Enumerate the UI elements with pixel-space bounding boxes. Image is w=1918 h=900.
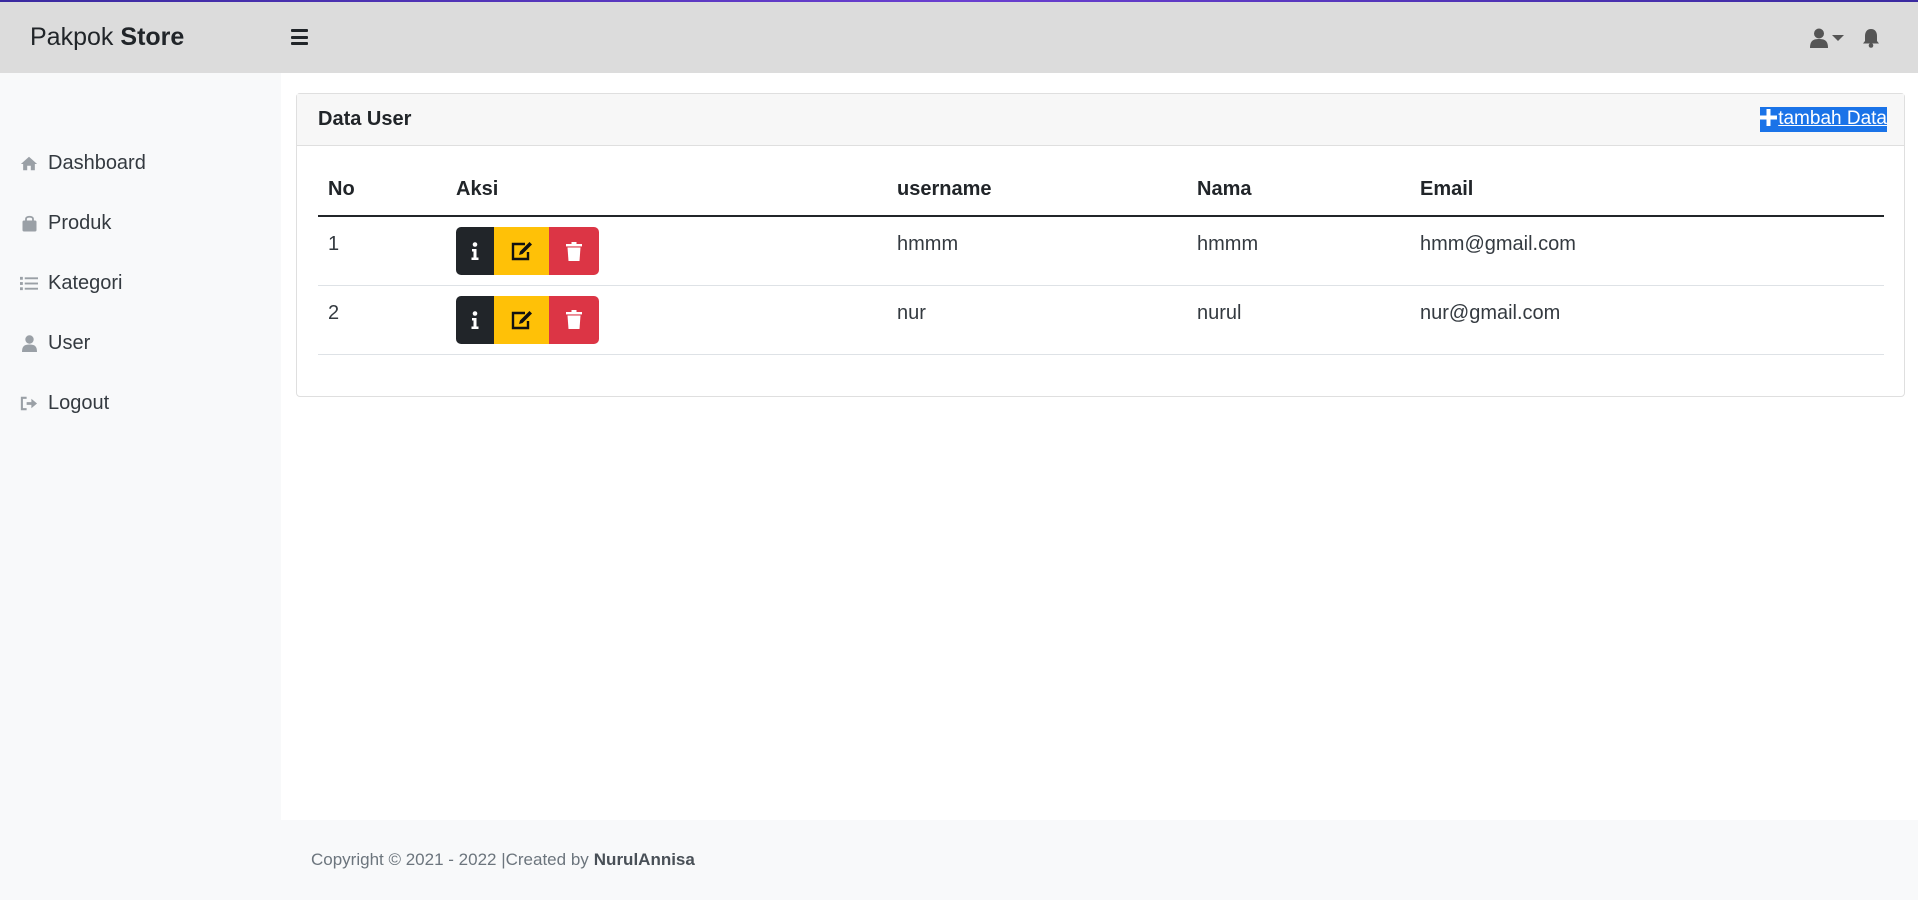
card-header: Data User tambah Data <box>297 94 1904 146</box>
cell-no: 1 <box>318 216 446 286</box>
sidebar-item-logout[interactable]: Logout <box>0 373 281 433</box>
delete-button[interactable] <box>549 227 599 275</box>
info-icon <box>471 242 479 260</box>
sign-out-icon <box>20 394 38 412</box>
sidebar-item-kategori[interactable]: Kategori <box>0 253 281 313</box>
chevron-down-icon <box>1832 34 1844 41</box>
user-dropdown[interactable] <box>1810 28 1844 48</box>
brand-logo[interactable]: Pakpok Store <box>30 2 184 73</box>
action-button-group <box>456 295 599 344</box>
data-user-card: Data User tambah Data No Aksi username N… <box>296 93 1905 397</box>
footer-copyright: Copyright © 2021 - 2022 |Created by <box>311 850 589 869</box>
user-table: No Aksi username Nama Email 1 hmmm hmmm … <box>318 164 1884 355</box>
brand-name-bold: Store <box>120 23 185 51</box>
sidebar-item-user[interactable]: User <box>0 313 281 373</box>
bell-icon[interactable] <box>1862 28 1880 48</box>
cell-username: nur <box>887 285 1187 355</box>
column-header-nama: Nama <box>1187 164 1410 217</box>
cell-actions <box>446 285 887 355</box>
cell-actions <box>446 216 887 286</box>
detail-button[interactable] <box>456 227 494 275</box>
cell-email: nur@gmail.com <box>1410 285 1884 355</box>
trash-icon <box>566 241 582 261</box>
cell-nama: nurul <box>1187 285 1410 355</box>
sidebar-item-label: Dashboard <box>48 151 146 174</box>
trash-icon <box>566 310 582 329</box>
cell-nama: hmmm <box>1187 216 1410 286</box>
shopping-bag-icon <box>20 214 38 232</box>
column-header-email: Email <box>1410 164 1884 217</box>
top-navbar: Pakpok Store <box>0 2 1918 73</box>
edit-button[interactable] <box>494 295 549 344</box>
card-title: Data User <box>318 108 412 130</box>
column-header-no: No <box>318 164 446 217</box>
cell-no: 2 <box>318 285 446 355</box>
delete-button[interactable] <box>549 295 599 344</box>
sidebar: Dashboard Produk Kategori User Logout <box>0 73 281 900</box>
sidebar-item-label: Produk <box>48 211 112 234</box>
brand-name-light: Pakpok <box>30 23 114 51</box>
column-header-aksi: Aksi <box>446 164 887 217</box>
detail-button[interactable] <box>456 295 494 344</box>
user-icon <box>20 334 38 352</box>
sidebar-item-label: User <box>48 331 91 354</box>
edit-button[interactable] <box>494 227 549 275</box>
add-data-label: tambah Data <box>1778 108 1887 129</box>
table-row: 1 hmmm hmmm hmm@gmail.com <box>318 216 1884 286</box>
list-icon <box>20 274 38 292</box>
edit-icon <box>511 242 532 261</box>
sidebar-item-produk[interactable]: Produk <box>0 193 281 253</box>
column-header-username: username <box>887 164 1187 217</box>
main-content: Data User tambah Data No Aksi username N… <box>281 73 1918 820</box>
hamburger-icon[interactable] <box>291 29 308 45</box>
sidebar-item-dashboard[interactable]: Dashboard <box>0 133 281 193</box>
plus-icon <box>1760 109 1778 129</box>
footer: Copyright © 2021 - 2022 |Created by Nuru… <box>281 820 1918 900</box>
user-icon <box>1810 28 1828 48</box>
add-data-button[interactable]: tambah Data <box>1760 107 1887 132</box>
edit-icon <box>511 310 532 329</box>
navbar-right-controls <box>1810 2 1880 73</box>
action-button-group <box>456 227 599 275</box>
table-header-row: No Aksi username Nama Email <box>318 164 1884 217</box>
sidebar-item-label: Logout <box>48 391 110 414</box>
table-row: 2 nur nurul nur@gmail.com <box>318 285 1884 355</box>
cell-email: hmm@gmail.com <box>1410 216 1884 286</box>
home-icon <box>20 154 38 172</box>
sidebar-item-label: Kategori <box>48 271 123 294</box>
info-icon <box>471 310 479 329</box>
cell-username: hmmm <box>887 216 1187 286</box>
footer-author: NurulAnnisa <box>593 850 695 869</box>
